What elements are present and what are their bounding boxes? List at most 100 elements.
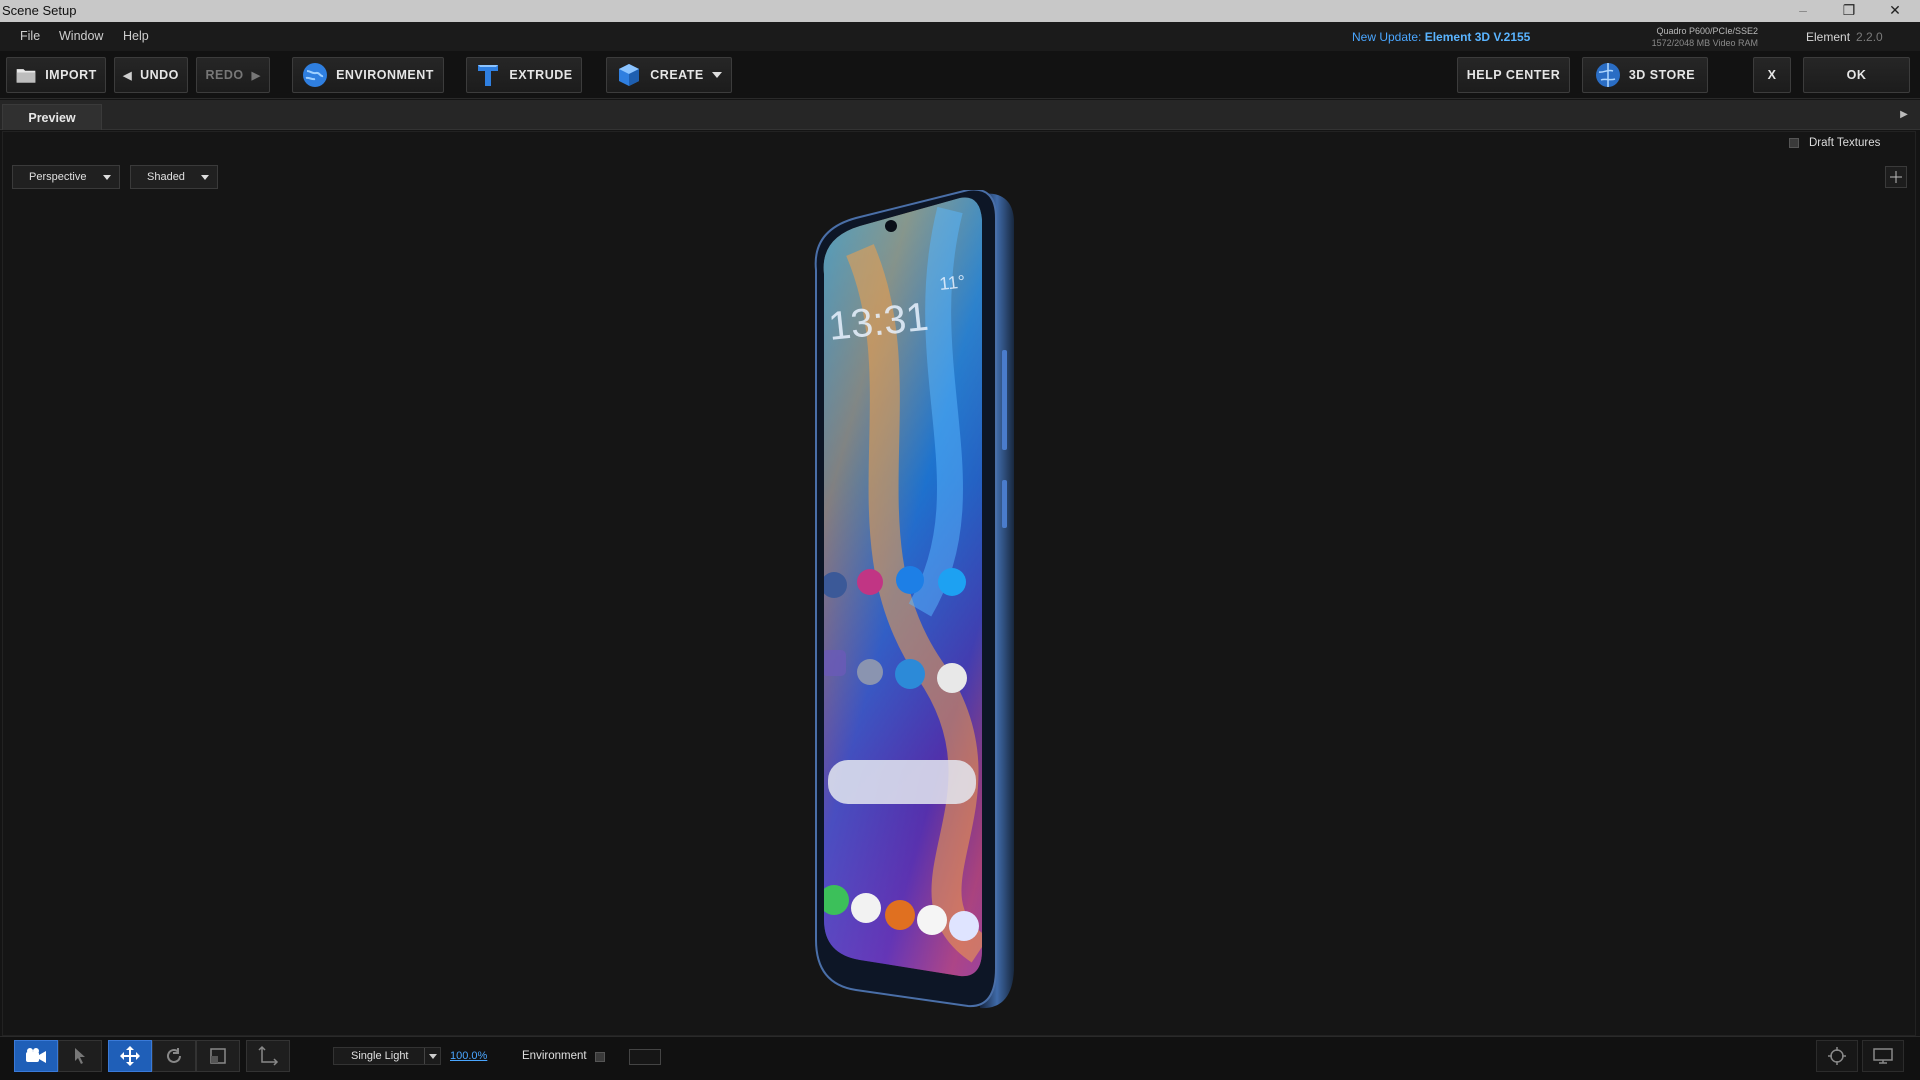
front-camera [885, 220, 897, 232]
window-title: Scene Setup [2, 3, 77, 18]
instagram-icon [857, 569, 883, 595]
chevron-down-icon [201, 175, 209, 180]
menu-file[interactable]: File [20, 29, 40, 43]
phone-3d-model[interactable]: 13:31 11° [800, 190, 1030, 1020]
create-label: CREATE [650, 68, 704, 82]
environment-button[interactable]: ENVIRONMENT [292, 57, 444, 93]
3d-store-label: 3D STORE [1628, 68, 1696, 82]
redo-button[interactable]: REDO ▶ [196, 57, 270, 93]
render-settings-button[interactable] [1816, 1040, 1858, 1072]
3d-store-button[interactable]: 3D STORE [1582, 57, 1708, 93]
power-button [1002, 480, 1007, 528]
photos-icon [937, 663, 967, 693]
update-notice[interactable]: New Update: Element 3D V.2155 [1352, 30, 1530, 44]
menu-bar: File Window Help New Update: Element 3D … [0, 22, 1920, 51]
store-globe-icon [1595, 63, 1620, 87]
move-arrows-icon [120, 1046, 140, 1066]
restore-button[interactable]: ❐ [1826, 0, 1872, 22]
gpu-info: Quadro P600/PCIe/SSE2 1572/2048 MB Video… [1640, 25, 1758, 49]
lighting-mode-value: Single Light [351, 1050, 409, 1062]
chevron-down-icon [424, 1048, 440, 1064]
pointer-arrow-icon [75, 1048, 85, 1064]
environment-toggle-label: Environment [522, 1050, 587, 1062]
shading-mode-value: Shaded [147, 171, 185, 183]
globe-icon [303, 63, 328, 87]
ok-label: OK [1846, 68, 1867, 82]
twitter-icon [938, 568, 966, 596]
tab-preview[interactable]: Preview [2, 104, 102, 130]
undo-label: UNDO [140, 68, 179, 82]
camera-tool-button[interactable] [14, 1040, 58, 1072]
google-search-bar [828, 760, 976, 804]
extrude-label: EXTRUDE [509, 68, 573, 82]
redo-label: REDO [205, 68, 244, 82]
settings-icon [857, 659, 883, 685]
help-center-label: HELP CENTER [1466, 68, 1561, 82]
extrude-button[interactable]: EXTRUDE [466, 57, 582, 93]
gpu-name: Quadro P600/PCIe/SSE2 [1656, 26, 1758, 36]
phone-weather-temp: 11° [938, 271, 966, 294]
camera-mode-value: Perspective [29, 171, 87, 183]
chevron-down-icon [103, 175, 111, 180]
scale-tool-button[interactable] [196, 1040, 240, 1072]
lighting-mode-dropdown[interactable]: Single Light [333, 1047, 441, 1065]
monitor-icon [1873, 1048, 1893, 1064]
camera-mode-dropdown[interactable]: Perspective [12, 165, 120, 189]
target-icon [1828, 1047, 1846, 1065]
facebook-icon [823, 572, 847, 598]
environment-color-swatch[interactable] [629, 1049, 661, 1065]
google-play-icon [895, 659, 925, 689]
viewport-maximize-button[interactable] [1885, 166, 1907, 188]
shading-mode-dropdown[interactable]: Shaded [130, 165, 218, 189]
folder-icon [16, 69, 36, 83]
undo-button[interactable]: ◀ UNDO [114, 57, 188, 93]
import-label: IMPORT [45, 68, 97, 82]
help-center-button[interactable]: HELP CENTER [1457, 57, 1570, 93]
google-folder-icon [823, 650, 846, 676]
title-bar: Scene Setup – ❐ ✕ [0, 0, 1920, 22]
gpu-ram: 1572/2048 MB Video RAM [1651, 38, 1758, 48]
arrow-right-icon: ▶ [251, 69, 261, 82]
axis-tool-button[interactable] [246, 1040, 290, 1072]
environment-checkbox[interactable] [595, 1052, 605, 1062]
chevron-down-icon [711, 72, 722, 78]
panel-expand-arrow-icon[interactable]: ▶ [1893, 104, 1915, 126]
light-intensity-value[interactable]: 100.0% [450, 1050, 487, 1062]
volume-button [1002, 350, 1007, 450]
cancel-x-button[interactable]: X [1753, 57, 1791, 93]
messenger-icon [896, 566, 924, 594]
minimize-button[interactable]: – [1780, 0, 1826, 22]
product-info: Element 2.2.0 [1806, 30, 1883, 44]
move-tool-button[interactable] [108, 1040, 152, 1072]
display-settings-button[interactable] [1862, 1040, 1904, 1072]
draft-textures-toggle[interactable]: Draft Textures [1789, 137, 1880, 149]
menu-window[interactable]: Window [59, 29, 103, 43]
camera-icon [949, 911, 979, 941]
draft-textures-checkbox[interactable] [1789, 138, 1799, 148]
axis-icon [258, 1045, 279, 1066]
import-button[interactable]: IMPORT [6, 57, 106, 93]
environment-label: ENVIRONMENT [336, 68, 434, 82]
scale-square-icon [210, 1048, 226, 1064]
cube-icon [619, 64, 640, 86]
update-prefix: New Update: [1352, 30, 1422, 44]
ok-button[interactable]: OK [1803, 57, 1910, 93]
x-label: X [1767, 68, 1777, 82]
crosshair-plus-icon [1890, 171, 1902, 183]
extrude-t-icon [478, 65, 499, 86]
firefox-icon [885, 900, 915, 930]
music-icon [917, 905, 947, 935]
panel-header [0, 100, 1920, 130]
rotate-tool-button[interactable] [152, 1040, 196, 1072]
video-camera-icon [26, 1048, 46, 1063]
update-version: Element 3D V.2155 [1424, 30, 1531, 44]
create-button[interactable]: CREATE [606, 57, 732, 93]
product-version: 2.2.0 [1856, 30, 1883, 44]
product-name: Element [1806, 30, 1851, 44]
select-tool-button[interactable] [58, 1040, 102, 1072]
menu-help[interactable]: Help [123, 29, 149, 43]
close-button[interactable]: ✕ [1872, 0, 1918, 22]
draft-textures-label: Draft Textures [1809, 137, 1881, 149]
arrow-left-icon: ◀ [123, 69, 133, 82]
gmail-icon [851, 893, 881, 923]
